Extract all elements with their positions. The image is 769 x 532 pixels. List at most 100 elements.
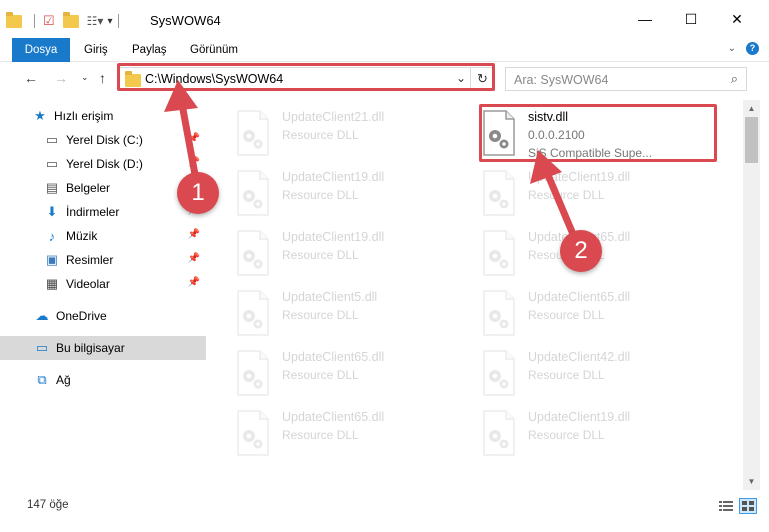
ribbon-controls: ⌄ ?	[728, 42, 759, 55]
file-name: UpdateClient65.dll	[282, 350, 385, 364]
file-name: UpdateClient19.dll	[528, 170, 631, 184]
close-button[interactable]: ✕	[714, 0, 760, 38]
pin-icon[interactable]: 📌	[188, 277, 200, 288]
sidebar-item-network[interactable]: ⧉ Ağ	[0, 368, 206, 392]
file-item[interactable]: UpdateClient42.dll Resource DLL	[456, 344, 696, 402]
sidebar-item-label: Ağ	[56, 373, 71, 387]
file-name: UpdateClient65.dll	[282, 410, 385, 424]
new-folder-icon[interactable]	[62, 11, 79, 28]
pictures-icon: ▣	[45, 252, 59, 267]
sidebar-item-disk-d[interactable]: ▭ Yerel Disk (D:) 📌	[0, 152, 206, 176]
properties-icon[interactable]: ☑	[43, 13, 55, 29]
scroll-up-icon[interactable]: ▲	[743, 100, 760, 117]
tab-share[interactable]: Paylaş	[124, 38, 175, 62]
cloud-icon: ☁	[35, 308, 49, 323]
file-type: Resource DLL	[528, 428, 605, 442]
view-switcher	[717, 498, 757, 514]
file-name: UpdateClient21.dll	[282, 110, 385, 124]
step-marker-2: 2	[560, 230, 602, 272]
file-type: Resource DLL	[528, 188, 605, 202]
sidebar-item-documents[interactable]: ▤ Belgeler 📌	[0, 176, 206, 200]
file-type: Resource DLL	[282, 428, 359, 442]
dll-file-icon	[480, 349, 518, 397]
customize-toolbar-icon[interactable]: ☷▾	[87, 14, 104, 28]
large-icons-view-icon[interactable]	[739, 498, 757, 514]
toolbar-dropdown-icon[interactable]: ▾	[107, 16, 112, 27]
sidebar-item-label: Bu bilgisayar	[56, 341, 125, 355]
file-name: UpdateClient5.dll	[282, 290, 378, 304]
separator	[118, 14, 120, 28]
details-view-icon[interactable]	[717, 498, 735, 514]
sidebar-item-label: Belgeler	[66, 181, 111, 195]
folder-icon	[6, 11, 22, 28]
file-item[interactable]: UpdateClient19.dll Resource DLL	[210, 224, 450, 282]
file-name: UpdateClient19.dll	[528, 410, 631, 424]
video-icon: ▦	[45, 276, 59, 291]
file-item[interactable]: UpdateClient19.dll Resource DLL	[456, 164, 696, 222]
pin-icon[interactable]: 📌	[188, 133, 200, 144]
sidebar-item-label: Müzik	[66, 229, 98, 243]
file-item[interactable]: UpdateClient21.dll Resource DLL	[210, 104, 450, 162]
address-highlight	[117, 63, 495, 91]
quick-access-toolbar: ☑ ☷▾ ▾	[6, 11, 120, 30]
dll-file-icon	[480, 169, 518, 217]
scrollbar-thumb[interactable]	[745, 117, 758, 163]
file-name: UpdateClient42.dll	[528, 350, 631, 364]
file-item[interactable]: UpdateClient19.dll Resource DLL	[210, 164, 450, 222]
file-item[interactable]: UpdateClient65.dll Resource DLL	[210, 404, 450, 462]
music-icon: ♪	[48, 228, 56, 244]
back-arrow-icon[interactable]: ←	[24, 70, 38, 86]
item-count: 147 öğe	[27, 499, 69, 511]
sidebar-item-onedrive[interactable]: ☁ OneDrive	[0, 304, 206, 328]
file-name: UpdateClient19.dll	[282, 230, 385, 244]
pin-icon[interactable]: 📌	[188, 157, 200, 168]
file-name: UpdateClient65.dll	[528, 290, 631, 304]
computer-icon: ▭	[35, 340, 49, 355]
dll-file-icon	[234, 289, 272, 337]
sidebar-item-this-pc[interactable]: ▭ Bu bilgisayar	[0, 336, 206, 360]
sidebar-item-quick-access[interactable]: ★ Hızlı erişim	[0, 104, 206, 128]
file-item[interactable]: UpdateClient65.dll Resource DLL	[210, 344, 450, 402]
file-type: Resource DLL	[282, 188, 359, 202]
sidebar-item-label: Videolar	[66, 277, 110, 291]
search-input[interactable]: Ara: SysWOW64 ⌕	[505, 67, 747, 91]
up-arrow-icon[interactable]: ↑	[99, 70, 106, 86]
step-marker-1: 1	[177, 172, 219, 214]
expand-ribbon-icon[interactable]: ⌄	[728, 43, 736, 54]
search-placeholder: Ara: SysWOW64	[514, 73, 609, 87]
help-icon[interactable]: ?	[746, 42, 759, 55]
pin-icon[interactable]: 📌	[188, 253, 200, 264]
ribbon-tabs: Dosya Giriş Paylaş Görünüm ⌄ ?	[0, 38, 769, 96]
file-type: Resource DLL	[282, 128, 359, 142]
tab-view[interactable]: Görünüm	[182, 38, 246, 62]
maximize-button[interactable]: ☐	[668, 0, 714, 38]
scroll-down-icon[interactable]: ▼	[743, 473, 760, 490]
minimize-button[interactable]: —	[622, 0, 668, 38]
file-type: Resource DLL	[282, 308, 359, 322]
documents-icon: ▤	[45, 180, 59, 195]
dll-file-icon	[480, 289, 518, 337]
sidebar-item-label: İndirmeler	[66, 205, 120, 219]
star-icon: ★	[34, 108, 46, 123]
file-item[interactable]: UpdateClient5.dll Resource DLL	[210, 284, 450, 342]
network-icon: ⧉	[37, 372, 47, 387]
drive-icon: ▭	[45, 132, 59, 147]
sidebar-item-label: OneDrive	[56, 309, 107, 323]
file-item[interactable]: UpdateClient65.dll Resource DLL	[456, 284, 696, 342]
separator	[34, 14, 35, 28]
pin-icon[interactable]: 📌	[188, 229, 200, 240]
sidebar-item-videos[interactable]: ▦ Videolar 📌	[0, 272, 206, 296]
dll-file-icon	[480, 409, 518, 457]
recent-locations-icon[interactable]: ⌄	[81, 72, 89, 83]
sidebar-item-disk-c[interactable]: ▭ Yerel Disk (C:) 📌	[0, 128, 206, 152]
forward-arrow-icon[interactable]: →	[54, 70, 68, 86]
dll-file-icon	[480, 229, 518, 277]
sidebar-item-pictures[interactable]: ▣ Resimler 📌	[0, 248, 206, 272]
tab-home[interactable]: Giriş	[76, 38, 116, 62]
file-highlight	[479, 104, 717, 162]
file-type: Resource DLL	[528, 308, 605, 322]
sidebar-item-music[interactable]: ♪ Müzik 📌	[0, 224, 206, 248]
vertical-scrollbar[interactable]: ▲ ▼	[743, 100, 760, 490]
sidebar-item-downloads[interactable]: ⬇ İndirmeler 📌	[0, 200, 206, 224]
file-item[interactable]: UpdateClient19.dll Resource DLL	[456, 404, 696, 462]
